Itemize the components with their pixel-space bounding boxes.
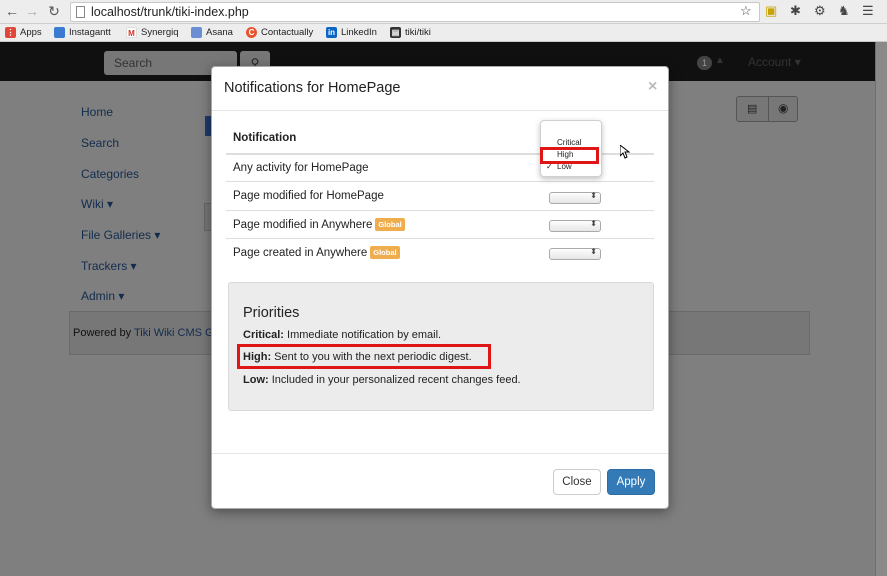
bell-icon[interactable]: ▲ xyxy=(715,55,725,66)
priority-critical-description: Critical: Immediate notification by emai… xyxy=(243,329,441,341)
priority-low-description: Low: Included in your personalized recen… xyxy=(243,374,521,386)
footer-prefix: Powered by xyxy=(73,327,134,339)
reload-icon[interactable]: ↻ xyxy=(46,3,62,20)
priority-text: Immediate notification by email. xyxy=(283,329,442,341)
linkedin-icon: in xyxy=(326,27,337,38)
priority-term: Critical: xyxy=(243,329,284,341)
sidebar-item-wiki[interactable]: Wiki ▾ xyxy=(81,197,113,211)
divider xyxy=(768,97,769,121)
priority-select[interactable] xyxy=(549,247,601,260)
page-action-buttons: ▤ ◉ xyxy=(736,96,798,122)
hamburger-menu-icon[interactable]: ☰ xyxy=(862,3,874,19)
notification-row-label: Any activity for HomePage xyxy=(233,162,369,174)
modal-header: Notifications for HomePage × xyxy=(212,67,668,111)
notification-count-badge[interactable]: 1 xyxy=(697,56,712,70)
dropdown-option-critical[interactable]: Critical xyxy=(557,138,581,147)
row-label-text: Page modified for HomePage xyxy=(233,190,384,202)
mouse-cursor-icon xyxy=(620,145,630,159)
sidebar-item-categories[interactable]: Categories xyxy=(81,167,139,181)
table-divider xyxy=(226,181,654,182)
notification-row-label: Page modified in Anywhere Global xyxy=(233,218,405,231)
contactually-icon: C xyxy=(246,27,257,38)
sidebar-item-home[interactable]: Home xyxy=(81,105,113,119)
priority-select[interactable] xyxy=(549,219,601,232)
edit-page-icon[interactable]: ▤ xyxy=(747,102,757,115)
row-label-text: Page created in Anywhere xyxy=(233,247,368,259)
extension-icon[interactable]: ▣ xyxy=(765,3,777,19)
bookmarks-bar: ⋮ Apps Instagantt M Synergiq Asana C Con… xyxy=(0,24,887,42)
extension-spark-icon[interactable]: ✱ xyxy=(790,3,801,19)
account-menu[interactable]: Account ▾ xyxy=(748,55,801,69)
notification-row-label: Page created in Anywhere Global xyxy=(233,246,400,259)
global-badge: Global xyxy=(375,218,405,231)
footer-text: Powered by Tiki Wiki CMS G xyxy=(73,327,214,339)
apps-grid-icon: ⋮ xyxy=(5,27,16,38)
back-arrow-icon[interactable]: ← xyxy=(4,3,20,19)
bookmark-label: tiki/tiki xyxy=(405,27,431,38)
bookmark-label: Asana xyxy=(206,27,233,38)
page-scrollbar[interactable] xyxy=(875,42,887,576)
global-badge: Global xyxy=(370,246,400,259)
bookmark-synergiq[interactable]: M Synergiq xyxy=(126,27,179,38)
bookmark-label: Apps xyxy=(20,27,42,38)
bookmark-label: Contactually xyxy=(261,27,314,38)
priority-text: Included in your personalized recent cha… xyxy=(268,374,521,386)
priority-dropdown-menu: Critical High ✓ Low xyxy=(540,120,602,177)
extension-person-icon[interactable]: ♞ xyxy=(838,3,850,19)
gmail-icon: M xyxy=(126,27,137,38)
footer-link[interactable]: Tiki Wiki CMS G xyxy=(134,327,214,339)
browser-toolbar: ← → ↻ localhost/trunk/tiki-index.php ☆ ▣… xyxy=(0,0,887,24)
bookmark-label: Instagantt xyxy=(69,27,111,38)
bookmark-label: LinkedIn xyxy=(341,27,377,38)
asana-icon xyxy=(191,27,202,38)
row-label-text: Page modified in Anywhere xyxy=(233,219,373,231)
instagantt-icon xyxy=(54,27,65,38)
bookmark-label: Synergiq xyxy=(141,27,179,38)
close-icon[interactable]: × xyxy=(648,78,657,96)
bookmark-star-icon[interactable]: ☆ xyxy=(740,3,752,19)
priority-select[interactable] xyxy=(549,191,601,204)
priority-term: Low: xyxy=(243,374,269,386)
priorities-panel: Priorities Critical: Immediate notificat… xyxy=(228,282,654,411)
bookmark-tiki[interactable]: ▤ tiki/tiki xyxy=(390,27,431,38)
bookmark-instagantt[interactable]: Instagantt xyxy=(54,27,111,38)
table-header-notification: Notification xyxy=(233,132,297,144)
highlight-box xyxy=(237,344,491,369)
close-button[interactable]: Close xyxy=(553,469,601,495)
forward-arrow-icon[interactable]: → xyxy=(24,3,40,19)
eye-icon[interactable]: ◉ xyxy=(778,101,788,115)
row-label-text: Any activity for HomePage xyxy=(233,162,369,174)
gear-icon[interactable]: ⚙ xyxy=(814,3,826,19)
modal-title: Notifications for HomePage xyxy=(224,80,401,96)
page-icon xyxy=(76,6,85,18)
apply-button[interactable]: Apply xyxy=(607,469,655,495)
address-bar[interactable]: localhost/trunk/tiki-index.php xyxy=(70,2,760,22)
bookmark-apps[interactable]: ⋮ Apps xyxy=(5,27,42,38)
sidebar-item-search[interactable]: Search xyxy=(81,136,119,150)
highlight-box xyxy=(540,147,599,164)
table-divider xyxy=(226,210,654,211)
sidebar-item-trackers[interactable]: Trackers ▾ xyxy=(81,259,137,273)
modal-footer-divider xyxy=(212,453,668,454)
table-divider xyxy=(226,238,654,239)
bookmark-contactually[interactable]: C Contactually xyxy=(246,27,313,38)
sidebar-item-file-galleries[interactable]: File Galleries ▾ xyxy=(81,228,160,242)
bookmark-linkedin[interactable]: in LinkedIn xyxy=(326,27,377,38)
address-bar-url: localhost/trunk/tiki-index.php xyxy=(91,5,249,19)
notification-row-label: Page modified for HomePage xyxy=(233,190,384,202)
priorities-title: Priorities xyxy=(243,305,300,321)
terminal-icon: ▤ xyxy=(390,27,401,38)
notifications-modal: Notifications for HomePage × Notificatio… xyxy=(211,66,669,509)
bookmark-asana[interactable]: Asana xyxy=(191,27,233,38)
sidebar-item-admin[interactable]: Admin ▾ xyxy=(81,289,124,303)
